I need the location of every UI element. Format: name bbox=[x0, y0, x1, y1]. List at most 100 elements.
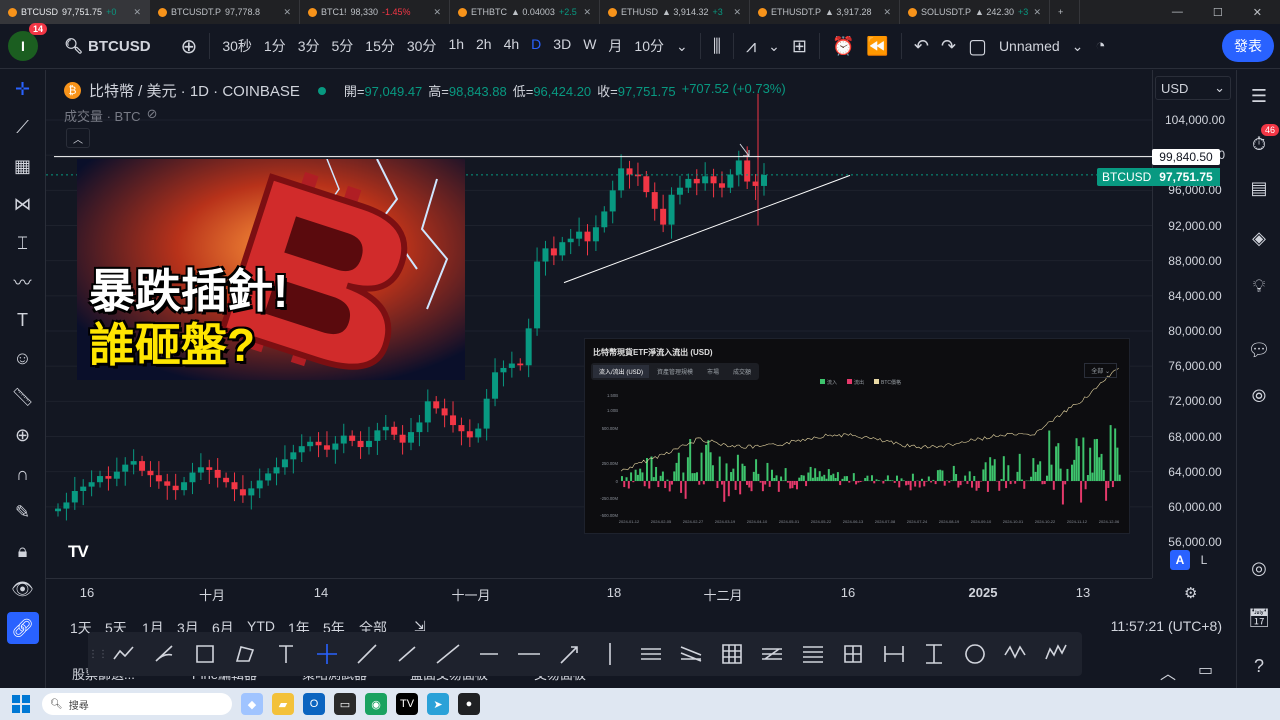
close-tab-icon[interactable]: ✕ bbox=[883, 7, 891, 18]
avatar[interactable]: I 14 bbox=[8, 23, 47, 61]
close-tab-icon[interactable]: ✕ bbox=[433, 7, 441, 18]
interval-5[interactable]: 30分 bbox=[401, 36, 443, 56]
measure-icon[interactable]: ⌶ bbox=[0, 224, 46, 263]
arrow-icon[interactable] bbox=[550, 632, 591, 676]
layers-icon[interactable]: ◈ bbox=[1245, 224, 1273, 252]
interval-6[interactable]: 1h bbox=[442, 36, 470, 56]
chevron-up-icon[interactable]: ︿ bbox=[1160, 660, 1176, 684]
eye-off-icon[interactable]: ⊘ bbox=[147, 106, 158, 125]
trendline-icon[interactable]: ⟋ bbox=[0, 109, 46, 148]
calendar-icon[interactable]: 📅︎ bbox=[1245, 604, 1273, 632]
pattern-icon[interactable]: ⋈ bbox=[0, 186, 46, 225]
text-tool-icon[interactable]: T bbox=[0, 301, 46, 340]
interval-10[interactable]: 3D bbox=[547, 36, 577, 56]
tradingview-app-icon[interactable]: TV bbox=[396, 693, 418, 715]
browser-tab[interactable]: ETHBTC ▲ 0.04003 +2.5 ✕ bbox=[450, 0, 600, 24]
gann-fib-icon[interactable]: ▦ bbox=[0, 147, 46, 186]
add-symbol-icon[interactable]: ⊕ bbox=[175, 34, 204, 59]
close-tab-icon[interactable]: ✕ bbox=[283, 7, 291, 18]
circle-icon[interactable] bbox=[955, 632, 996, 676]
app-icon[interactable]: ● bbox=[458, 693, 480, 715]
etf-range-select[interactable]: 全部 ⌄ bbox=[1084, 363, 1117, 378]
vertical-line-icon[interactable] bbox=[590, 632, 631, 676]
interval-3[interactable]: 5分 bbox=[325, 36, 359, 56]
drag-handle-icon[interactable]: ⋮⋮ bbox=[88, 649, 108, 660]
publish-button[interactable]: 發表 bbox=[1222, 30, 1274, 62]
interval-7[interactable]: 2h bbox=[470, 36, 498, 56]
minimize-icon[interactable]: — bbox=[1172, 6, 1183, 18]
pencil-lock-icon[interactable]: ✎ bbox=[0, 494, 46, 533]
log-scale-button[interactable]: L bbox=[1194, 550, 1214, 570]
browser-tab[interactable]: BTCUSD 97,751.75 +0 ✕ bbox=[0, 0, 150, 24]
interval-11[interactable]: W bbox=[577, 36, 602, 56]
fib-timezone-icon[interactable] bbox=[793, 632, 834, 676]
long-position-icon[interactable] bbox=[833, 632, 874, 676]
etf-tab[interactable]: 流入/流出 (USD) bbox=[593, 365, 649, 378]
close-icon[interactable]: ✕ bbox=[1253, 6, 1262, 19]
chevron-down-icon[interactable]: ⌄ bbox=[670, 38, 694, 55]
alerts-clock-icon[interactable]: ⏱ 46 bbox=[1245, 124, 1279, 158]
alert-icon[interactable]: ⏰ bbox=[826, 36, 860, 57]
taskbar-search[interactable]: 🔍︎ 搜尋 bbox=[42, 693, 232, 715]
new-tab-icon[interactable]: + bbox=[1050, 0, 1080, 24]
maximize-panel-icon[interactable]: ▭ bbox=[1198, 660, 1213, 684]
quick-search-icon[interactable]: ◔ bbox=[1089, 36, 1111, 56]
etf-tab[interactable]: 成交額 bbox=[727, 365, 757, 378]
regression-icon[interactable] bbox=[671, 632, 712, 676]
collapse-legend-button[interactable]: ︿ bbox=[66, 128, 90, 148]
close-tab-icon[interactable]: ✕ bbox=[733, 7, 741, 18]
outlook-icon[interactable]: O bbox=[303, 693, 325, 715]
browser-tab[interactable]: ETHUSDT.P ▲ 3,917.28 ✕ bbox=[750, 0, 900, 24]
browser-tab[interactable]: BTCUSDT.P 97,778.8 ✕ bbox=[150, 0, 300, 24]
text-icon[interactable] bbox=[266, 632, 307, 676]
chart-pane[interactable]: 暴跌插針! 誰砸盤? 1.50B 1.00B 500.00M 250.00M 0 -250… bbox=[46, 70, 1152, 578]
zigzag-icon[interactable] bbox=[104, 632, 145, 676]
interval-0[interactable]: 30秒 bbox=[216, 36, 258, 56]
browser-tab[interactable]: ETHUSD ▲ 3,914.32 +3 ✕ bbox=[600, 0, 750, 24]
eye-icon[interactable]: 👁︎ bbox=[0, 571, 46, 610]
lock-icon[interactable]: 🔒︎ bbox=[0, 532, 46, 571]
date-range-icon[interactable] bbox=[874, 632, 915, 676]
chevron-down-icon[interactable]: ⌄ bbox=[1066, 38, 1090, 55]
chrome-icon[interactable]: ◉ bbox=[365, 693, 387, 715]
close-tab-icon[interactable]: ✕ bbox=[583, 7, 591, 18]
replay-icon[interactable]: ⏪ bbox=[860, 36, 894, 57]
horizontal-ray-icon[interactable] bbox=[469, 632, 510, 676]
interval-12[interactable]: 月 bbox=[602, 36, 628, 56]
path-icon[interactable] bbox=[145, 632, 186, 676]
ruler-icon[interactable]: 📏︎ bbox=[0, 378, 46, 417]
price-range-icon[interactable] bbox=[914, 632, 955, 676]
crosshair-icon[interactable]: ✛ bbox=[0, 70, 46, 109]
etf-tab[interactable]: 資產管理規模 bbox=[651, 365, 699, 378]
crosshair-icon[interactable] bbox=[307, 632, 348, 676]
time-axis[interactable]: 16 十月 14 十一月 18 十二月 16 2025 13 bbox=[46, 578, 1152, 606]
chat-icon[interactable]: 💬︎ bbox=[1245, 336, 1273, 364]
target-icon[interactable]: ◎ bbox=[1245, 554, 1273, 582]
interval-2[interactable]: 3分 bbox=[292, 36, 326, 56]
interval-4[interactable]: 15分 bbox=[359, 36, 401, 56]
interval-8[interactable]: 4h bbox=[498, 36, 526, 56]
chevron-down-icon[interactable]: ⌄ bbox=[762, 38, 786, 55]
symbol-search[interactable]: 🔍︎ BTCUSD bbox=[64, 37, 151, 56]
terminal-icon[interactable]: ▭ bbox=[334, 693, 356, 715]
interval-13[interactable]: 10分 bbox=[628, 36, 670, 56]
brush-icon[interactable]: 〰 bbox=[0, 263, 46, 302]
redo-icon[interactable]: ↷ bbox=[935, 36, 962, 57]
layouts-icon[interactable]: ⊞ bbox=[786, 36, 813, 57]
layout-name[interactable]: Unnamed bbox=[993, 38, 1066, 54]
windows-start-icon[interactable] bbox=[12, 695, 30, 713]
head-shoulders-icon[interactable] bbox=[995, 632, 1036, 676]
polyline-icon[interactable] bbox=[226, 632, 267, 676]
candles-type-icon[interactable]: ⫼ bbox=[707, 36, 727, 57]
ray-icon[interactable] bbox=[347, 632, 388, 676]
auto-scale-button[interactable]: A bbox=[1170, 550, 1190, 570]
gear-icon[interactable]: ⚙ bbox=[1184, 584, 1197, 602]
elliott-wave-icon[interactable] bbox=[1036, 632, 1077, 676]
trend-line-icon[interactable] bbox=[388, 632, 429, 676]
browser-tab[interactable]: BTC1! 98,330 -1.45% ✕ bbox=[300, 0, 450, 24]
currency-select[interactable]: USD ⌄ bbox=[1155, 76, 1231, 100]
watchlist-icon[interactable]: ☰ bbox=[1245, 82, 1273, 110]
layout-box-icon[interactable]: ▢ bbox=[962, 34, 993, 59]
horizontal-line-icon[interactable] bbox=[509, 632, 550, 676]
telegram-icon[interactable]: ➤ bbox=[427, 693, 449, 715]
